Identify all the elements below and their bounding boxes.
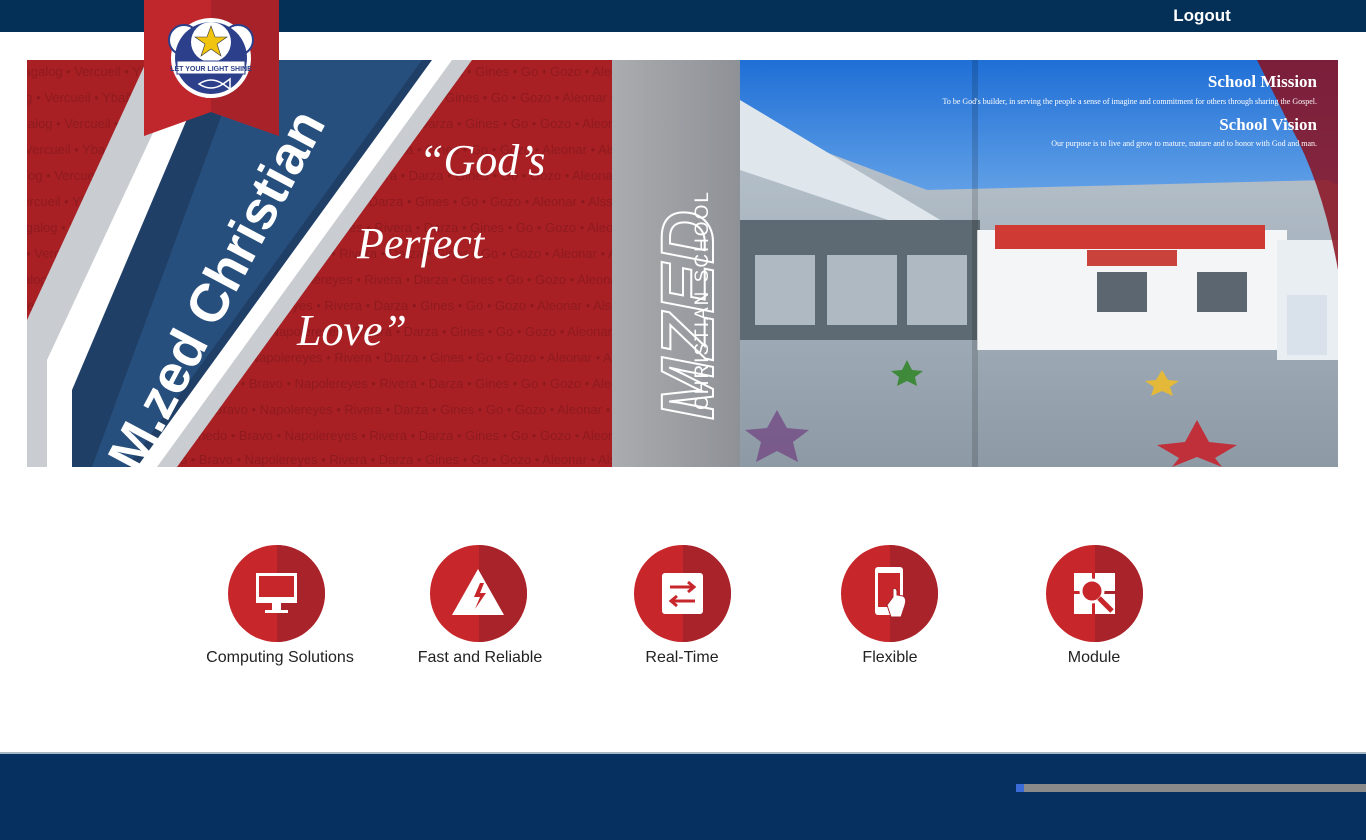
monitor-icon bbox=[256, 573, 297, 613]
feature-label: Flexible bbox=[862, 649, 918, 666]
module-search-icon bbox=[1074, 573, 1115, 614]
feature-label: Module bbox=[1067, 649, 1121, 666]
feature-module[interactable]: Module bbox=[1004, 545, 1184, 675]
feature-computing-solutions[interactable]: Computing Solutions bbox=[190, 545, 370, 675]
feature-real-time[interactable]: Real-Time bbox=[592, 545, 772, 675]
transfer-arrows-icon bbox=[662, 573, 703, 614]
logo-year: 1997 bbox=[205, 94, 216, 100]
feature-label: Real-Time bbox=[645, 649, 719, 666]
feature-label: Fast and Reliable bbox=[417, 649, 543, 666]
feature-circle bbox=[634, 545, 731, 642]
banner-quote-line3: Love” bbox=[296, 306, 407, 355]
feature-fast-and-reliable[interactable]: Fast and Reliable bbox=[390, 545, 570, 675]
page-footer bbox=[0, 752, 1366, 840]
logo-motto: LET YOUR LIGHT SHINE bbox=[170, 66, 252, 73]
banner-vertical-brand: MZED bbox=[646, 210, 729, 420]
mission-title: School Mission bbox=[1208, 72, 1318, 91]
banner-vertical-subtitle: CHRISTIAN SCHOOL bbox=[692, 190, 713, 410]
feature-label: Computing Solutions bbox=[206, 649, 354, 666]
mobile-touch-icon bbox=[875, 567, 907, 618]
feature-circle bbox=[228, 545, 325, 642]
footer-scroll-marker bbox=[1016, 784, 1024, 792]
mission-text: To be God's builder, in serving the peop… bbox=[943, 97, 1317, 106]
school-logo-badge[interactable]: LET YOUR LIGHT SHINE 1997 bbox=[144, 0, 279, 136]
footer-scroll-bar[interactable] bbox=[1016, 784, 1366, 792]
feature-flexible[interactable]: Flexible bbox=[800, 545, 980, 675]
feature-circle bbox=[1046, 545, 1143, 642]
banner-quote-line2: Perfect bbox=[356, 219, 486, 268]
vision-text: Our purpose is to live and grow to matur… bbox=[1051, 139, 1317, 148]
vision-title: School Vision bbox=[1219, 115, 1317, 134]
feature-circle bbox=[430, 545, 527, 642]
feature-circle bbox=[841, 545, 938, 642]
lightning-icon bbox=[452, 569, 504, 615]
school-logo: LET YOUR LIGHT SHINE 1997 bbox=[144, 0, 279, 136]
banner-quote-line1: “God’s bbox=[419, 136, 545, 185]
logout-link[interactable]: Logout bbox=[1166, 6, 1238, 28]
